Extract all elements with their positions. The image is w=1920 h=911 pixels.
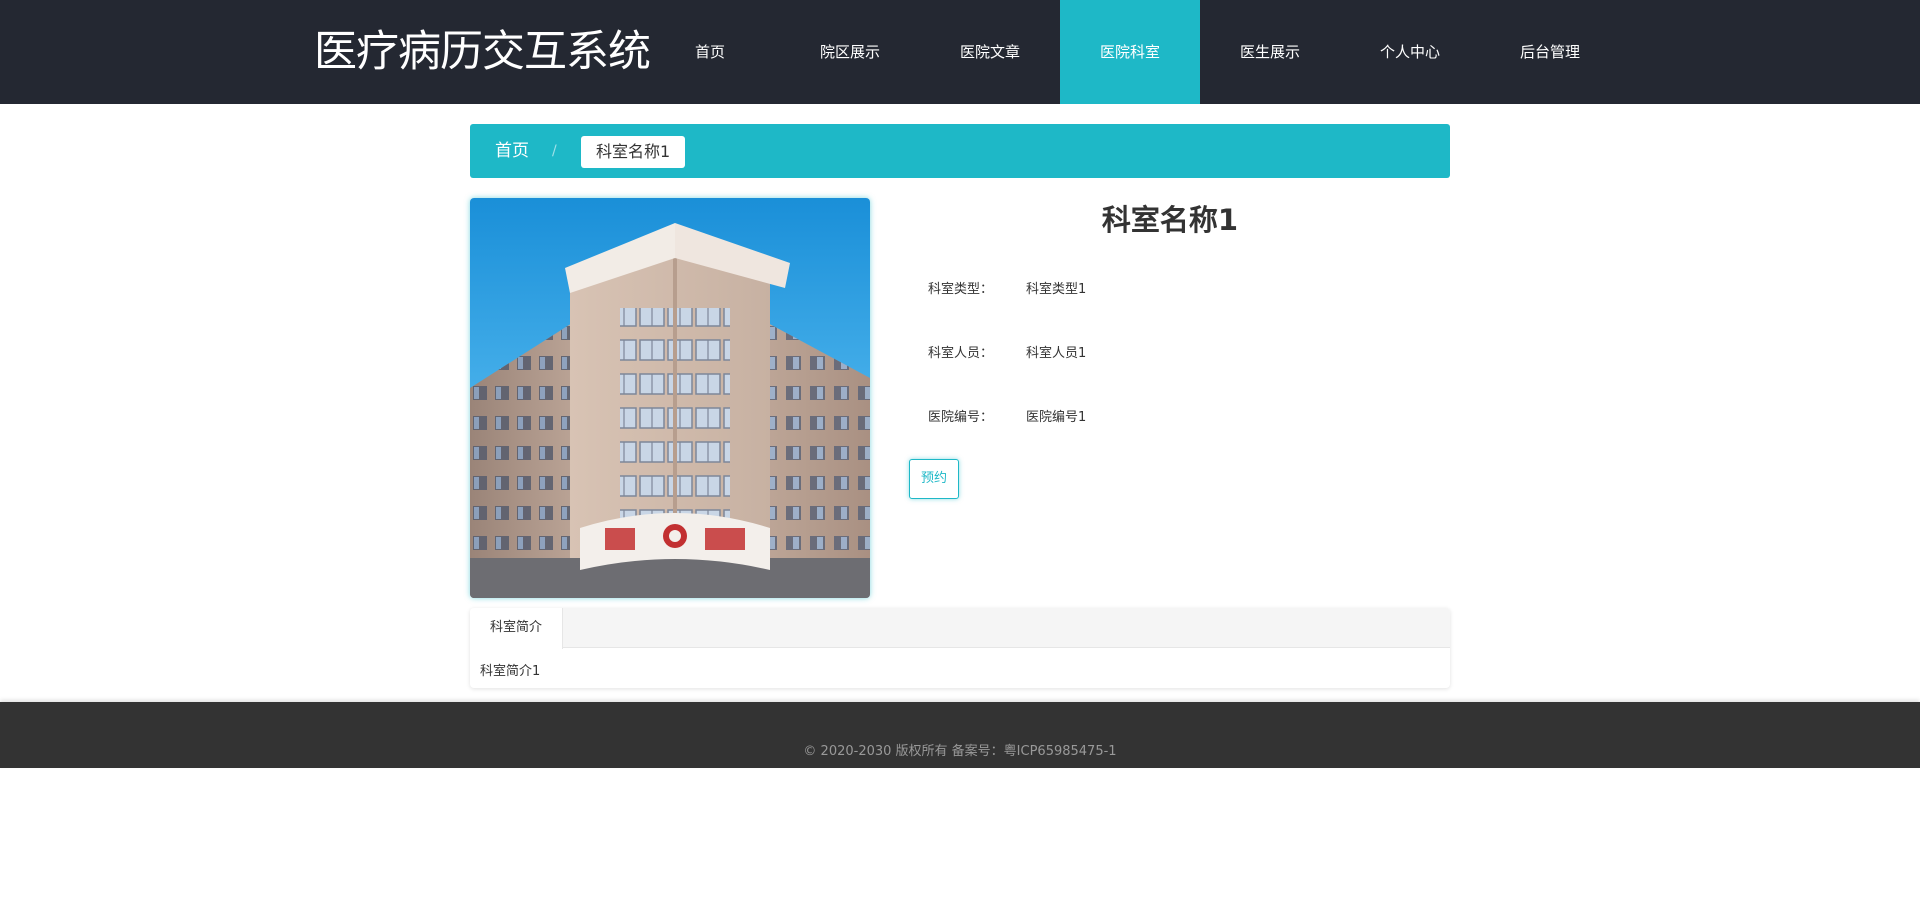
- nav-item-departments[interactable]: 医院科室: [1060, 0, 1200, 104]
- info-label: 医院编号：: [928, 410, 994, 425]
- breadcrumb-current: 科室名称1: [581, 136, 686, 168]
- nav-item-home[interactable]: 首页: [640, 0, 780, 104]
- site-header: 医疗病历交互系统 首页 院区展示 医院文章 医院科室 医生展示 个人中心 后台管…: [0, 0, 1920, 104]
- breadcrumb-separator: /: [552, 143, 557, 159]
- site-footer: © 2020-2030 版权所有 备案号：粤ICP65985475-1: [0, 702, 1920, 768]
- nav-item-articles[interactable]: 医院文章: [920, 0, 1060, 104]
- breadcrumb-home-link[interactable]: 首页: [495, 124, 529, 178]
- info-value: 医院编号1: [1026, 410, 1087, 425]
- info-value: 科室人员1: [1026, 346, 1087, 361]
- info-row-department-type: 科室类型： 科室类型1: [928, 278, 1086, 302]
- nav-item-campus[interactable]: 院区展示: [780, 0, 920, 104]
- info-label: 科室人员：: [928, 346, 994, 361]
- info-row-department-staff: 科室人员： 科室人员1: [928, 342, 1086, 366]
- tab-content: 科室简介1: [480, 664, 541, 679]
- breadcrumb: 首页 / 科室名称1: [470, 124, 1450, 178]
- main-nav: 首页 院区展示 医院文章 医院科室 医生展示 个人中心 后台管理: [640, 0, 1620, 104]
- department-image: [470, 198, 870, 598]
- book-appointment-button[interactable]: 预约: [909, 459, 959, 499]
- footer-copyright: © 2020-2030 版权所有 备案号：粤ICP65985475-1: [803, 744, 1117, 759]
- info-label: 科室类型：: [928, 282, 994, 297]
- nav-item-admin[interactable]: 后台管理: [1480, 0, 1620, 104]
- tab-bar: 科室简介: [470, 608, 1450, 649]
- tab-department-intro[interactable]: 科室简介: [470, 608, 563, 649]
- site-title[interactable]: 医疗病历交互系统: [314, 22, 651, 82]
- info-value: 科室类型1: [1026, 282, 1087, 297]
- nav-item-doctors[interactable]: 医生展示: [1200, 0, 1340, 104]
- nav-item-profile[interactable]: 个人中心: [1340, 0, 1480, 104]
- info-row-hospital-id: 医院编号： 医院编号1: [928, 406, 1086, 430]
- tab-panel: 科室简介 科室简介1: [470, 608, 1450, 688]
- department-title: 科室名称1: [1101, 203, 1239, 237]
